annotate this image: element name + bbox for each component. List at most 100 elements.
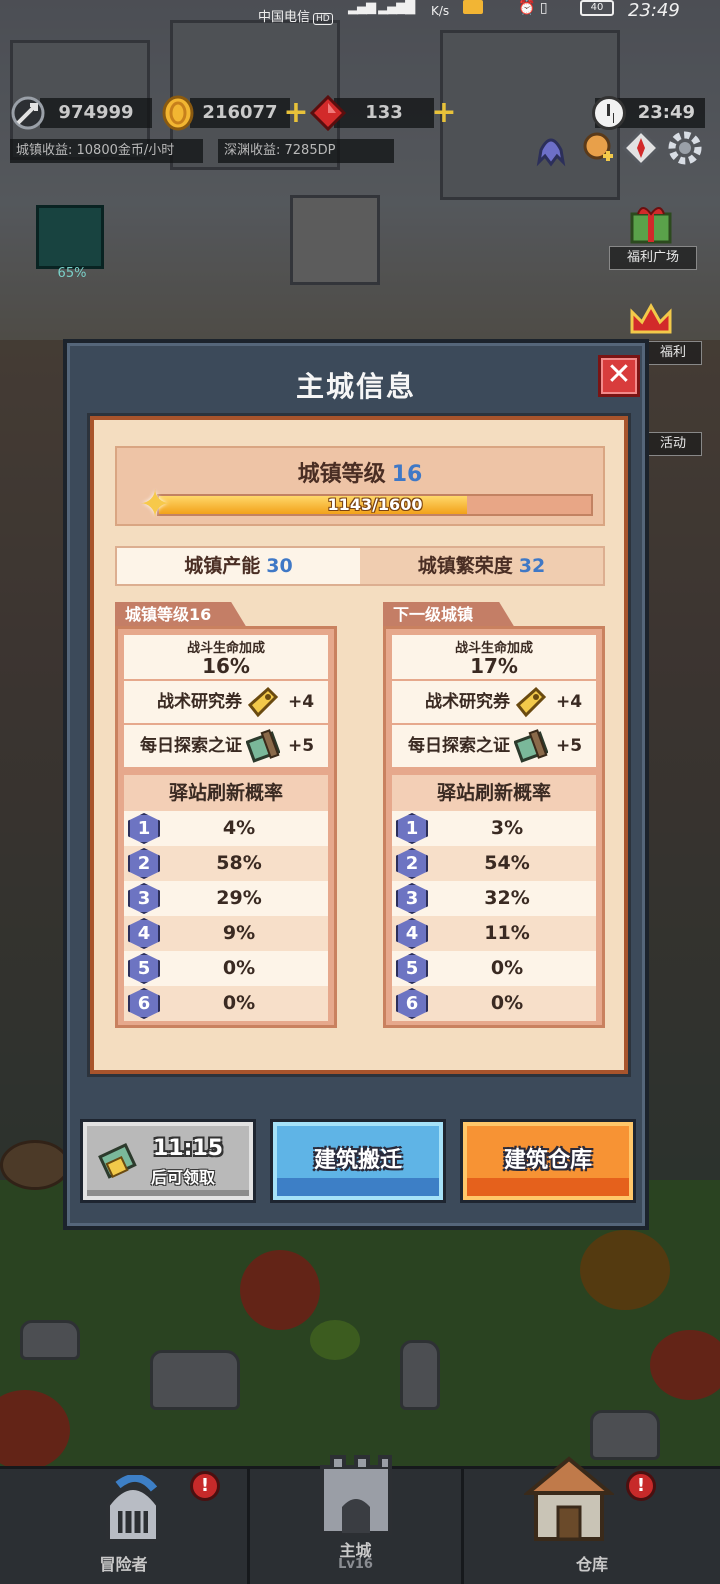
nav-tab-adventurer[interactable]: ! 冒险者 [0,1469,247,1584]
combat-hp-bonus-value: 17% [470,654,518,678]
welfare-plaza-button[interactable]: 福利广场 [609,246,697,270]
tier-2-badge-icon: 2 [396,848,428,879]
settings-gear-icon[interactable] [665,128,705,168]
tier-5-badge-icon: 5 [396,953,428,984]
tier-1-rate: 3% [490,817,524,839]
explore-proof-label: 每日探索之证 [140,736,242,756]
tier-row: 4 9% [124,916,328,951]
battery-icon: 40 [580,0,614,16]
tier-row: 1 3% [392,811,596,846]
hd-badge: HD [313,13,333,25]
xp-progress-bar: 1143/1600 [157,494,593,516]
carrier-name: 中国电信 HD [258,6,333,25]
nav-tab-main-city[interactable]: 主城 Lv16 [250,1455,461,1584]
town-prosperity-stat: 城镇繁荣度 32 [360,548,603,584]
signal-icon: ▂▄▆ ▂▄▆█ [348,0,415,15]
town-capacity-label: 城镇产能 [184,555,261,577]
tier-6-badge-icon: 6 [128,988,160,1019]
bottom-navigation: ! 冒险者 主城 Lv16 ! 仓库 [0,1455,720,1584]
tier-row: 3 32% [392,881,596,916]
character-add-icon[interactable] [577,128,617,168]
research-ticket-row: 战术研究券 +4 [392,681,596,723]
research-ticket-count: +4 [288,692,315,712]
tier-4-rate: 11% [484,922,530,944]
claim-timer-label: 后可领取 [151,1168,216,1187]
dialog-content-panel: 城镇等级 16 1143/1600 ✦ 城镇产能 30 城镇繁荣度 32 城镇等级16… [90,416,628,1074]
gift-box-icon[interactable] [624,200,678,246]
crown-icon[interactable] [628,302,674,338]
activity-button[interactable]: 活动 [644,432,702,456]
building-relocate-label: 建筑搬迁 [313,1148,402,1173]
town-income-label: 城镇收益: 10800金币/小时 [10,139,203,163]
town-prosperity-value: 32 [518,555,546,577]
compass-icon[interactable] [621,128,661,168]
warehouse-house-icon [524,1456,614,1541]
close-button[interactable]: ✕ [598,355,640,397]
system-status-bar: 中国电信 HD ▂▄▆ ▂▄▆█ K/s ⏰ ▯ 40 23:49 [0,0,720,28]
tier-row: 6 0% [392,986,596,1021]
building-warehouse-button[interactable]: 建筑仓库 [460,1119,636,1203]
star-icon: ✦ [139,482,171,526]
explore-map-scroll-icon [514,729,548,763]
knight-helmet-icon [106,1475,160,1543]
town-capacity-stat: 城镇产能 30 [117,548,360,584]
explore-map-scroll-icon [246,729,280,763]
building-warehouse-label: 建筑仓库 [503,1148,592,1173]
tier-row: 6 0% [124,986,328,1021]
nav-tab-warehouse[interactable]: ! 仓库 [464,1456,720,1584]
claim-timer-time: 11:15 [153,1136,224,1161]
town-prosperity-label: 城镇繁荣度 [417,555,513,577]
tier-row: 5 0% [392,951,596,986]
main-city-level-label: Lv16 [338,1557,373,1572]
current-level-tab: 城镇等级16 [115,602,247,628]
red-gem-icon [310,95,346,131]
station-refresh-title: 驿站刷新概率 [392,775,596,811]
add-gem-button[interactable]: + [431,98,457,128]
explore-proof-label: 每日探索之证 [408,736,510,756]
research-ticket-label: 战术研究券 [157,692,242,712]
power-counter: 974999 [40,98,152,128]
combat-hp-bonus-card: 战斗生命加成 16% [124,635,328,679]
abyss-income-label: 深渊收益: 7285DP [218,139,394,163]
building-relocate-button[interactable]: 建筑搬迁 [270,1119,446,1203]
tier-3-rate: 29% [216,887,262,909]
tier-row: 2 58% [124,846,328,881]
main-city-info-dialog: 主城信息 ✕ 城镇等级 16 1143/1600 ✦ 城镇产能 30 城镇繁荣度 32… [63,339,649,1230]
tier-4-rate: 9% [222,922,256,944]
station-refresh-title: 驿站刷新概率 [124,775,328,811]
town-level-label: 城镇等级 [297,462,386,487]
tier-3-rate: 32% [484,887,530,909]
next-level-tab: 下一级城镇 [383,602,515,628]
station-refresh-table: 驿站刷新概率 1 3% 2 54% 3 32% 4 11% 5 0% 6 0% [392,775,596,1021]
alarm-vibrate-icon: ⏰ ▯ [518,0,548,16]
castle-tower-icon [320,1455,392,1535]
town-level-heading: 城镇等级 16 [117,456,603,488]
next-level-column: 战斗生命加成 17% 战术研究券 +4 每日探索之证 +5 驿站刷新概率 1 3… [383,626,605,1028]
tier-row: 5 0% [124,951,328,986]
message-notification-icon [463,0,483,14]
station-refresh-table: 驿站刷新概率 1 4% 2 58% 3 29% 4 9% 5 0% 6 0% [124,775,328,1021]
combat-hp-bonus-card: 战斗生命加成 17% [392,635,596,679]
adventurer-alert-badge: ! [190,1471,220,1501]
sword-icon [11,96,45,130]
add-gold-button[interactable]: + [283,98,309,128]
welfare-button[interactable]: 福利 [644,341,702,365]
research-ticket-label: 战术研究券 [425,692,510,712]
tier-3-badge-icon: 3 [396,883,428,914]
claim-reward-timer-button[interactable]: 11:15 后可领取 [80,1119,256,1203]
tier-6-rate: 0% [222,992,256,1014]
tier-row: 2 54% [392,846,596,881]
build-progress-percent: 65% [57,266,87,281]
tier-1-rate: 4% [222,817,256,839]
research-ticket-icon [247,686,279,718]
tier-5-badge-icon: 5 [128,953,160,984]
tier-2-rate: 54% [484,852,530,874]
network-speed: K/s [431,4,450,18]
current-level-column: 战斗生命加成 16% 战术研究券 +4 每日探索之证 +5 驿站刷新概率 1 4… [115,626,337,1028]
tier-2-badge-icon: 2 [128,848,160,879]
explore-proof-row: 每日探索之证 +5 [392,725,596,767]
squid-monster-icon[interactable] [531,128,571,168]
nav-label-adventurer: 冒险者 [99,1555,148,1574]
research-ticket-count: +4 [556,692,583,712]
carrier-label: 中国电信 [258,10,311,25]
